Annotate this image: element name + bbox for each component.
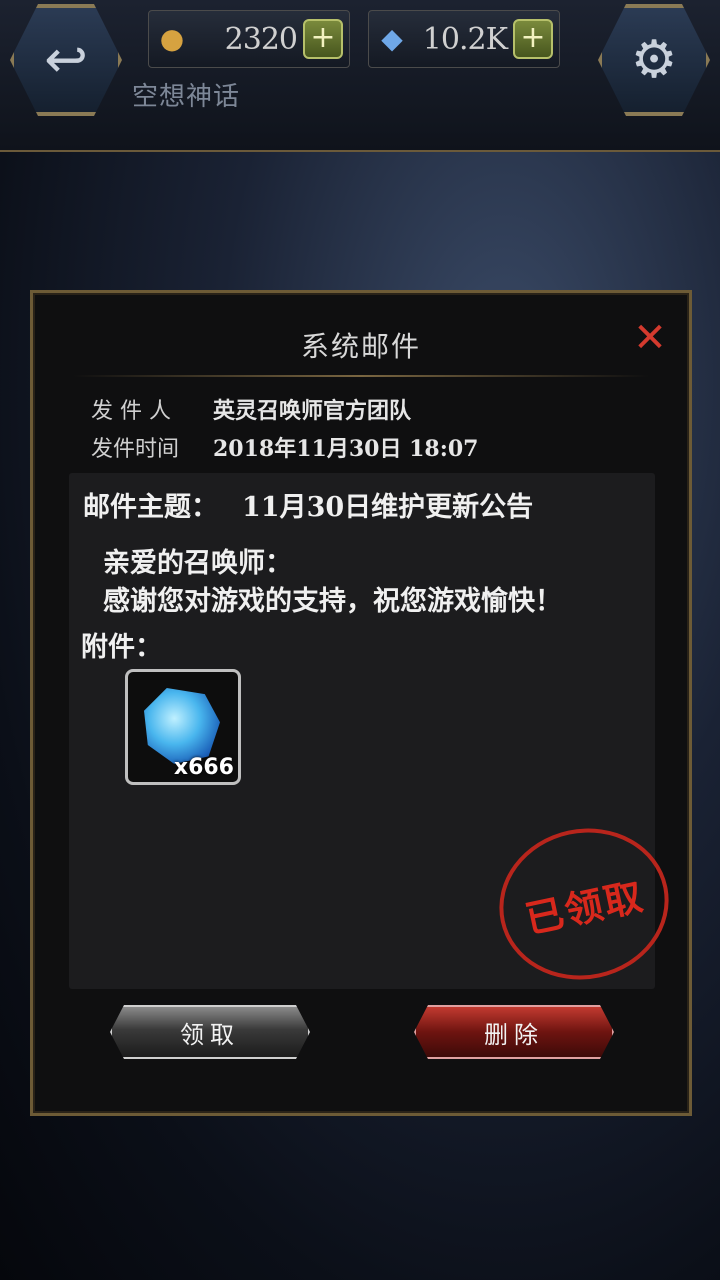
back-arrow-icon: ↩ bbox=[44, 30, 88, 90]
add-gem-button[interactable]: + bbox=[513, 19, 553, 59]
page-subtitle: 空想神话 bbox=[132, 82, 241, 112]
gold-amount: 2320 bbox=[224, 21, 298, 57]
subject-line: 邮件主题： 11月30日维护更新公告 bbox=[83, 485, 533, 524]
subject-label: 邮件主题： bbox=[83, 492, 218, 523]
mail-greeting: 亲爱的召唤师： bbox=[103, 548, 292, 579]
mail-body: 感谢您对游戏的支持，祝您游戏愉快！ bbox=[103, 586, 562, 617]
delete-button[interactable]: 删除 bbox=[414, 1005, 614, 1059]
claim-button[interactable]: 领取 bbox=[110, 1005, 310, 1059]
crystal-gem-icon bbox=[144, 688, 220, 764]
time-value: 2018年11月30日 18:07 bbox=[213, 436, 479, 462]
sender-label: 发 件 人 bbox=[91, 399, 171, 424]
gear-icon: ⚙ bbox=[630, 30, 678, 90]
gem-currency: ◆ 10.2K + bbox=[368, 10, 560, 68]
top-bar: ↩ ● 2320 + ◆ 10.2K + ⚙ 空想神话 bbox=[0, 0, 720, 152]
time-label: 发件时间 bbox=[91, 437, 180, 462]
subject-value: 11月30日维护更新公告 bbox=[242, 492, 534, 523]
back-button[interactable]: ↩ bbox=[10, 4, 122, 116]
title-divider bbox=[73, 375, 649, 377]
mail-dialog: 系统邮件 ✕ 发 件 人 英灵召唤师官方团队 发件时间 2018年11月30日 … bbox=[30, 290, 692, 1116]
attachment-quantity: x666 bbox=[173, 755, 234, 780]
attachments-label: 附件： bbox=[81, 632, 162, 663]
dialog-title: 系统邮件 bbox=[300, 330, 421, 363]
settings-button[interactable]: ⚙ bbox=[598, 4, 710, 116]
add-gold-button[interactable]: + bbox=[303, 19, 343, 59]
close-icon[interactable]: ✕ bbox=[631, 318, 669, 358]
gold-currency: ● 2320 + bbox=[148, 10, 350, 68]
stamp-text: 已领取 bbox=[521, 873, 649, 942]
gem-amount: 10.2K bbox=[422, 21, 508, 57]
claimed-stamp: 已领取 bbox=[485, 812, 683, 996]
attachment-item[interactable]: x666 bbox=[125, 669, 241, 785]
mail-content: 邮件主题： 11月30日维护更新公告 亲爱的召唤师： 感谢您对游戏的支持，祝您游戏… bbox=[69, 473, 683, 996]
gem-icon: ◆ bbox=[381, 22, 403, 55]
sender-value: 英灵召唤师官方团队 bbox=[213, 398, 412, 424]
coin-icon: ● bbox=[159, 22, 185, 55]
